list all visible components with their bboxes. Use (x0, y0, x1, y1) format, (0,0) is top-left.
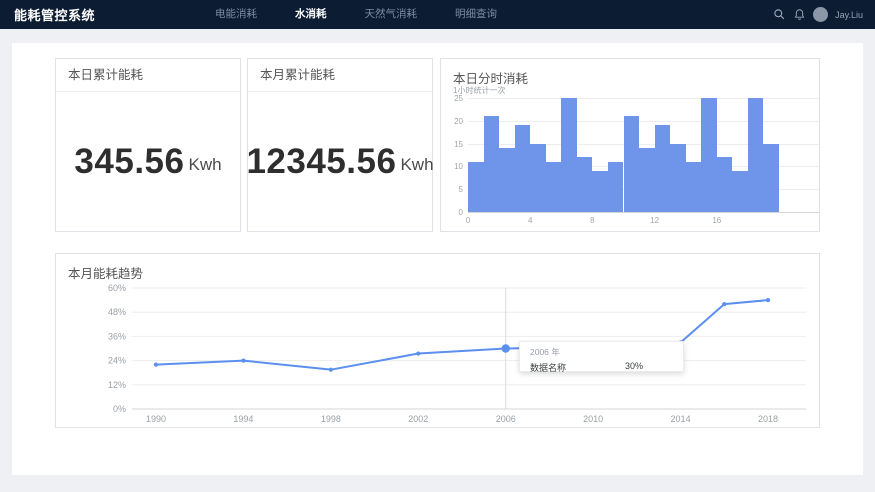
y-axis-label: 24% (108, 356, 126, 366)
data-point[interactable] (416, 351, 420, 355)
bar[interactable] (732, 171, 748, 212)
x-axis-label: 1990 (146, 414, 166, 424)
data-point[interactable] (722, 302, 726, 306)
card-monthly-title: 本月累计能耗 (248, 59, 432, 92)
nav-item-water[interactable]: 水消耗 (276, 0, 346, 29)
y-axis-label: 60% (108, 283, 126, 293)
card-daily-total: 本日累计能耗 345.56 Kwh (55, 58, 241, 232)
x-axis-label: 2010 (583, 414, 603, 424)
bar[interactable] (655, 125, 671, 212)
tooltip-year: 2006 年 (530, 346, 673, 358)
tooltip-row: 数据名称 30% (530, 361, 673, 374)
data-point[interactable] (329, 368, 333, 372)
x-axis-label: 4 (519, 216, 541, 225)
bar[interactable] (624, 116, 640, 212)
bar[interactable] (639, 148, 655, 212)
x-axis-label: 16 (706, 216, 728, 225)
grid-line (468, 212, 819, 213)
y-axis-label: 36% (108, 331, 126, 341)
search-icon[interactable] (773, 8, 786, 21)
data-point[interactable] (241, 359, 245, 363)
nav-item-detail-query[interactable]: 明细查询 (436, 0, 516, 29)
monthly-kpi-unit: Kwh (400, 155, 433, 175)
hovered-data-point[interactable] (502, 344, 510, 352)
bar[interactable] (484, 116, 500, 212)
card-daily-body: 345.56 Kwh (56, 92, 240, 231)
bar[interactable] (701, 98, 717, 212)
tooltip-value: 30% (625, 361, 643, 374)
x-axis-label: 1998 (321, 414, 341, 424)
bar[interactable] (608, 162, 624, 212)
tooltip-series-label: 数据名称 (530, 361, 625, 374)
y-axis-label: 0% (113, 404, 126, 414)
x-axis-label: 0 (457, 216, 479, 225)
bar[interactable] (717, 157, 733, 212)
app-title: 能耗管控系统 (0, 5, 95, 24)
nav-right-group: Jay.Liu (773, 0, 863, 29)
y-axis-label: 10 (441, 162, 463, 171)
bar[interactable] (592, 171, 608, 212)
bar[interactable] (468, 162, 484, 212)
nav-item-gas[interactable]: 天然气消耗 (346, 0, 437, 29)
card-monthly-total: 本月累计能耗 12345.56 Kwh (247, 58, 433, 232)
card-monthly-body: 12345.56 Kwh (248, 92, 432, 231)
chart-tooltip: 2006 年 数据名称 30% (519, 341, 684, 372)
card-daily-title: 本日累计能耗 (56, 59, 240, 92)
bar[interactable] (499, 148, 515, 212)
y-axis-label: 15 (441, 140, 463, 149)
main-menu: 电能消耗 水消耗 天然气消耗 明细查询 (196, 0, 516, 29)
data-point[interactable] (766, 298, 770, 302)
bell-icon[interactable] (793, 8, 806, 21)
bar[interactable] (763, 144, 779, 212)
bar[interactable] (686, 162, 702, 212)
bar[interactable] (577, 157, 593, 212)
x-axis-label: 2018 (758, 414, 778, 424)
hourly-bar-chart[interactable]: 05101520250481216 (441, 98, 821, 230)
grid-line (468, 121, 819, 122)
bar[interactable] (748, 98, 764, 212)
bar[interactable] (530, 144, 546, 212)
grid-line (468, 98, 819, 99)
card-hourly-consumption: 本日分时消耗 1小时统计一次 05101520250481216 (440, 58, 820, 232)
x-axis-label: 2014 (671, 414, 691, 424)
card-monthly-trend: 本月能耗趋势 0%12%24%36%48%60%1990199419982002… (55, 253, 820, 428)
top-nav: 能耗管控系统 电能消耗 水消耗 天然气消耗 明细查询 Jay.Liu (0, 0, 875, 29)
trend-line-chart[interactable]: 0% 12% 24% 36% 48% 60% 1990 1994 1998 2002 2006 201… (56, 254, 821, 429)
y-axis-label: 12% (108, 380, 126, 390)
data-point[interactable] (154, 363, 158, 367)
bar[interactable] (670, 144, 686, 212)
x-axis-label: 1994 (233, 414, 253, 424)
y-axis-label: 5 (441, 185, 463, 194)
x-axis-label: 2002 (408, 414, 428, 424)
y-axis-label: 20 (441, 117, 463, 126)
user-name: Jay.Liu (835, 10, 863, 20)
bar[interactable] (515, 125, 531, 212)
daily-kpi-unit: Kwh (188, 155, 221, 175)
user-avatar[interactable] (813, 7, 828, 22)
bar[interactable] (546, 162, 562, 212)
nav-item-electricity[interactable]: 电能消耗 (196, 0, 276, 29)
monthly-kpi-value: 12345.56 (246, 142, 396, 182)
y-axis-label: 25 (441, 94, 463, 103)
x-axis-label: 12 (644, 216, 666, 225)
bar[interactable] (561, 98, 577, 212)
x-axis-label: 2006 (496, 414, 516, 424)
y-axis-label: 48% (108, 307, 126, 317)
daily-kpi-value: 345.56 (74, 142, 184, 182)
x-axis-label: 8 (581, 216, 603, 225)
